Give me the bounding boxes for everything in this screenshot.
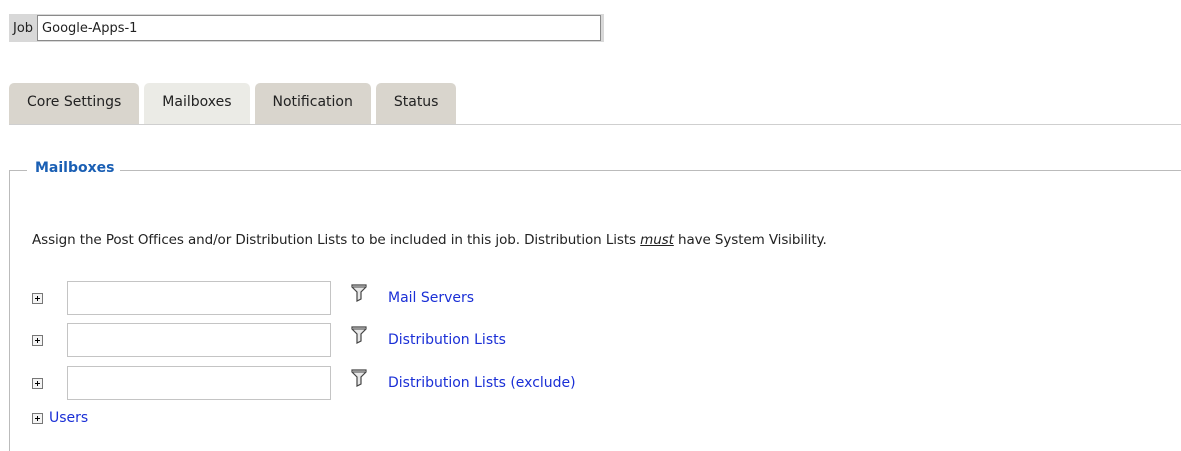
- distribution-lists-exclude-input[interactable]: [67, 366, 331, 400]
- distribution-lists-exclude-link[interactable]: Distribution Lists (exclude): [388, 375, 576, 391]
- tab-divider: [9, 124, 1181, 125]
- filter-icon[interactable]: [351, 369, 367, 387]
- description-text-after: have System Visibility.: [673, 232, 827, 248]
- mail-servers-link[interactable]: Mail Servers: [388, 290, 474, 306]
- users-row: Users: [32, 410, 88, 426]
- distribution-lists-exclude-row: Distribution Lists (exclude): [32, 366, 576, 400]
- distribution-lists-input[interactable]: [67, 323, 331, 357]
- tab-core-settings[interactable]: Core Settings: [9, 83, 140, 125]
- tab-mailboxes[interactable]: Mailboxes: [144, 83, 250, 125]
- filter-icon[interactable]: [351, 284, 367, 302]
- plus-box-icon[interactable]: [32, 412, 43, 424]
- job-name-input[interactable]: [37, 15, 602, 41]
- section-legend: Mailboxes: [27, 160, 121, 176]
- tab-bar: Core Settings Mailboxes Notification Sta…: [9, 83, 457, 125]
- job-label: Job: [13, 20, 34, 36]
- section-description: Assign the Post Offices and/or Distribut…: [32, 232, 827, 248]
- job-row: Job: [9, 14, 605, 42]
- plus-box-icon[interactable]: [32, 292, 43, 304]
- distribution-lists-link[interactable]: Distribution Lists: [388, 332, 506, 348]
- description-emphasis: must: [640, 232, 674, 248]
- plus-box-icon[interactable]: [32, 334, 43, 346]
- plus-box-icon[interactable]: [32, 377, 43, 389]
- distribution-lists-row: Distribution Lists: [32, 323, 506, 357]
- users-link[interactable]: Users: [49, 410, 88, 426]
- description-text-before: Assign the Post Offices and/or Distribut…: [32, 232, 641, 248]
- tab-status[interactable]: Status: [375, 83, 457, 125]
- tab-notification[interactable]: Notification: [254, 83, 371, 125]
- mail-servers-input[interactable]: [67, 281, 331, 315]
- filter-icon[interactable]: [351, 326, 367, 344]
- mail-servers-row: Mail Servers: [32, 281, 474, 315]
